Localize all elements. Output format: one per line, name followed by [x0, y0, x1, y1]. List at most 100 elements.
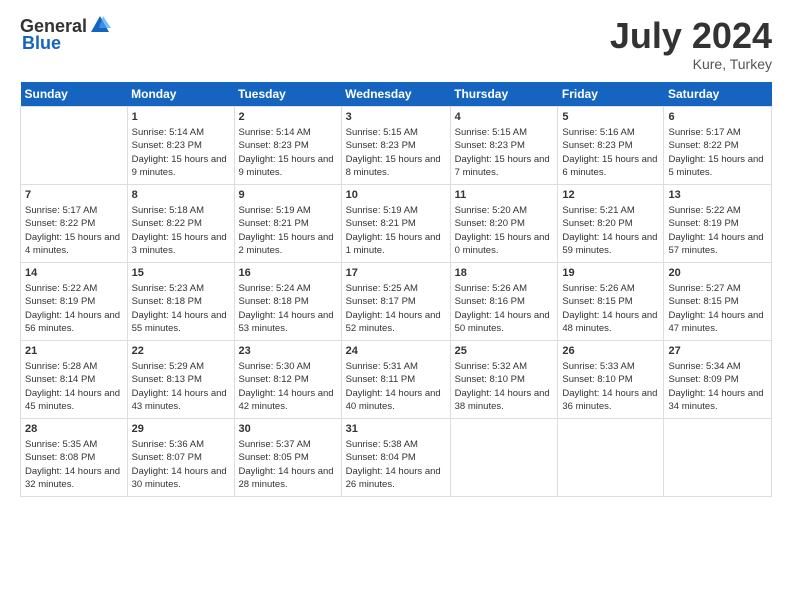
sunrise-text: Sunrise: 5:25 AM [346, 282, 446, 295]
sunset-text: Sunset: 8:11 PM [346, 373, 446, 386]
calendar-cell: 18Sunrise: 5:26 AMSunset: 8:16 PMDayligh… [450, 262, 558, 340]
calendar-cell: 3Sunrise: 5:15 AMSunset: 8:23 PMDaylight… [341, 106, 450, 184]
logo-icon [89, 14, 111, 36]
calendar-cell: 7Sunrise: 5:17 AMSunset: 8:22 PMDaylight… [21, 184, 128, 262]
day-number: 23 [239, 344, 337, 359]
sunset-text: Sunset: 8:09 PM [668, 373, 767, 386]
daylight-text: Daylight: 15 hours and 6 minutes. [562, 153, 659, 180]
daylight-text: Daylight: 14 hours and 47 minutes. [668, 309, 767, 336]
day-number: 1 [132, 110, 230, 125]
daylight-text: Daylight: 14 hours and 34 minutes. [668, 387, 767, 414]
sunset-text: Sunset: 8:19 PM [668, 217, 767, 230]
sunrise-text: Sunrise: 5:38 AM [346, 438, 446, 451]
daylight-text: Daylight: 14 hours and 59 minutes. [562, 231, 659, 258]
sunset-text: Sunset: 8:16 PM [455, 295, 554, 308]
logo-blue: Blue [22, 33, 61, 54]
daylight-text: Daylight: 15 hours and 5 minutes. [668, 153, 767, 180]
sunrise-text: Sunrise: 5:14 AM [132, 126, 230, 139]
daylight-text: Daylight: 15 hours and 1 minute. [346, 231, 446, 258]
sunrise-text: Sunrise: 5:35 AM [25, 438, 123, 451]
daylight-text: Daylight: 14 hours and 42 minutes. [239, 387, 337, 414]
sunrise-text: Sunrise: 5:32 AM [455, 360, 554, 373]
month-year: July 2024 [610, 16, 772, 56]
sunrise-text: Sunrise: 5:24 AM [239, 282, 337, 295]
calendar-cell: 30Sunrise: 5:37 AMSunset: 8:05 PMDayligh… [234, 418, 341, 496]
daylight-text: Daylight: 14 hours and 52 minutes. [346, 309, 446, 336]
day-number: 12 [562, 188, 659, 203]
sunset-text: Sunset: 8:12 PM [239, 373, 337, 386]
daylight-text: Daylight: 14 hours and 38 minutes. [455, 387, 554, 414]
calendar-cell [664, 418, 772, 496]
calendar-cell: 27Sunrise: 5:34 AMSunset: 8:09 PMDayligh… [664, 340, 772, 418]
calendar-cell: 19Sunrise: 5:26 AMSunset: 8:15 PMDayligh… [558, 262, 664, 340]
calendar-cell: 2Sunrise: 5:14 AMSunset: 8:23 PMDaylight… [234, 106, 341, 184]
sunrise-text: Sunrise: 5:17 AM [668, 126, 767, 139]
sunset-text: Sunset: 8:23 PM [239, 139, 337, 152]
sunrise-text: Sunrise: 5:20 AM [455, 204, 554, 217]
day-number: 27 [668, 344, 767, 359]
calendar-cell: 20Sunrise: 5:27 AMSunset: 8:15 PMDayligh… [664, 262, 772, 340]
sunset-text: Sunset: 8:20 PM [562, 217, 659, 230]
col-sunday: Sunday [21, 82, 128, 107]
sunset-text: Sunset: 8:13 PM [132, 373, 230, 386]
sunrise-text: Sunrise: 5:26 AM [455, 282, 554, 295]
calendar-cell: 24Sunrise: 5:31 AMSunset: 8:11 PMDayligh… [341, 340, 450, 418]
calendar-cell: 17Sunrise: 5:25 AMSunset: 8:17 PMDayligh… [341, 262, 450, 340]
sunset-text: Sunset: 8:23 PM [346, 139, 446, 152]
calendar-cell: 1Sunrise: 5:14 AMSunset: 8:23 PMDaylight… [127, 106, 234, 184]
sunrise-text: Sunrise: 5:19 AM [239, 204, 337, 217]
calendar-week-4: 28Sunrise: 5:35 AMSunset: 8:08 PM Dayligh… [21, 418, 772, 496]
daylight-text: Daylight: 14 hours and 40 minutes. [346, 387, 446, 414]
sunrise-text: Sunrise: 5:22 AM [25, 282, 123, 295]
daylight-text: Daylight: 14 hours and 28 minutes. [239, 465, 337, 492]
calendar-week-2: 14Sunrise: 5:22 AMSunset: 8:19 PMDayligh… [21, 262, 772, 340]
sunset-text: Sunset: 8:07 PM [132, 451, 230, 464]
calendar-cell: 8Sunrise: 5:18 AMSunset: 8:22 PMDaylight… [127, 184, 234, 262]
sunrise-text: Sunrise: 5:33 AM [562, 360, 659, 373]
daylight-text: Daylight: 14 hours and 53 minutes. [239, 309, 337, 336]
sunrise-text: Sunrise: 5:17 AM [25, 204, 123, 217]
sunrise-text: Sunrise: 5:34 AM [668, 360, 767, 373]
calendar-cell: 28Sunrise: 5:35 AMSunset: 8:08 PMDayligh… [21, 418, 128, 496]
day-number: 17 [346, 266, 446, 281]
calendar-cell: 10Sunrise: 5:19 AMSunset: 8:21 PMDayligh… [341, 184, 450, 262]
calendar-cell: 14Sunrise: 5:22 AMSunset: 8:19 PMDayligh… [21, 262, 128, 340]
day-number: 28 [25, 422, 123, 437]
sunrise-text: Sunrise: 5:21 AM [562, 204, 659, 217]
sunrise-text: Sunrise: 5:27 AM [668, 282, 767, 295]
sunset-text: Sunset: 8:23 PM [455, 139, 554, 152]
sunset-text: Sunset: 8:19 PM [25, 295, 123, 308]
day-number: 15 [132, 266, 230, 281]
calendar-cell: 23Sunrise: 5:30 AMSunset: 8:12 PMDayligh… [234, 340, 341, 418]
sunset-text: Sunset: 8:18 PM [239, 295, 337, 308]
day-number: 30 [239, 422, 337, 437]
sunset-text: Sunset: 8:08 PM [25, 451, 123, 464]
daylight-text: Daylight: 14 hours and 30 minutes. [132, 465, 230, 492]
daylight-text: Daylight: 15 hours and 7 minutes. [455, 153, 554, 180]
col-monday: Monday [127, 82, 234, 107]
sunrise-text: Sunrise: 5:19 AM [346, 204, 446, 217]
calendar-cell: 26Sunrise: 5:33 AMSunset: 8:10 PMDayligh… [558, 340, 664, 418]
calendar-cell: 31Sunrise: 5:38 AMSunset: 8:04 PMDayligh… [341, 418, 450, 496]
sunset-text: Sunset: 8:15 PM [668, 295, 767, 308]
day-number: 6 [668, 110, 767, 125]
calendar-cell: 6Sunrise: 5:17 AMSunset: 8:22 PMDaylight… [664, 106, 772, 184]
calendar-cell: 13Sunrise: 5:22 AMSunset: 8:19 PMDayligh… [664, 184, 772, 262]
sunrise-text: Sunrise: 5:23 AM [132, 282, 230, 295]
daylight-text: Daylight: 15 hours and 9 minutes. [239, 153, 337, 180]
sunset-text: Sunset: 8:23 PM [562, 139, 659, 152]
calendar-cell: 11Sunrise: 5:20 AMSunset: 8:20 PMDayligh… [450, 184, 558, 262]
title-area: July 2024 Kure, Turkey [610, 16, 772, 72]
col-tuesday: Tuesday [234, 82, 341, 107]
col-friday: Friday [558, 82, 664, 107]
day-number: 3 [346, 110, 446, 125]
daylight-text: Daylight: 14 hours and 48 minutes. [562, 309, 659, 336]
day-number: 25 [455, 344, 554, 359]
sunrise-text: Sunrise: 5:22 AM [668, 204, 767, 217]
col-saturday: Saturday [664, 82, 772, 107]
day-number: 2 [239, 110, 337, 125]
sunset-text: Sunset: 8:21 PM [239, 217, 337, 230]
col-wednesday: Wednesday [341, 82, 450, 107]
calendar-cell: 22Sunrise: 5:29 AMSunset: 8:13 PMDayligh… [127, 340, 234, 418]
daylight-text: Daylight: 15 hours and 9 minutes. [132, 153, 230, 180]
